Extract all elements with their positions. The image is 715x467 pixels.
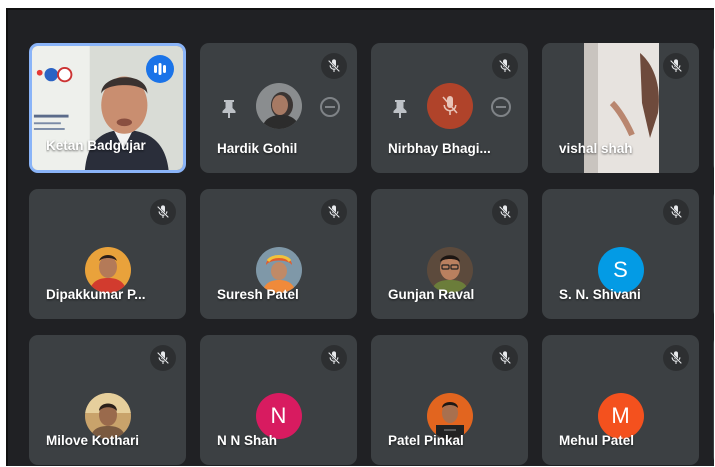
participant-name: Patel Pinkal [388, 433, 464, 448]
mic-off-icon [150, 199, 176, 225]
mic-off-icon [150, 345, 176, 371]
participant-tile-dipakkumar[interactable]: Dipakkumar P... [29, 189, 186, 319]
participant-tile-patel-pinkal[interactable]: Patel Pinkal [371, 335, 528, 465]
participant-tile-hardik-gohil[interactable]: Hardik Gohil [200, 43, 357, 173]
participant-avatar [255, 83, 302, 129]
participant-name: Ketan Badgujar [46, 138, 146, 153]
pin-icon[interactable] [220, 98, 238, 120]
participant-tile-vishal-shah[interactable]: vishal shah [542, 43, 699, 173]
participant-tile-suresh-patel[interactable]: Suresh Patel [200, 189, 357, 319]
participant-name: Nirbhay Bhagi... [388, 141, 491, 156]
participant-tile-ketan-badgujar[interactable]: Ketan Badgujar [29, 43, 186, 173]
meeting-grid-frame: Ketan Badgujar Hardik Gohil Nirbhay Bhag… [6, 8, 714, 466]
mic-off-icon [492, 199, 518, 225]
participant-name: vishal shah [559, 141, 633, 156]
participant-tile-n-n-shah[interactable]: N N N Shah [200, 335, 357, 465]
mic-off-icon [492, 345, 518, 371]
mic-off-icon [663, 345, 689, 371]
mic-off-icon [321, 199, 347, 225]
participant-name: N N Shah [217, 433, 278, 448]
pin-icon[interactable] [391, 98, 409, 120]
participant-name: Gunjan Raval [388, 287, 475, 302]
mic-off-icon [492, 53, 518, 79]
participant-tile-gunjan-raval[interactable]: Gunjan Raval [371, 189, 528, 319]
participant-name: Mehul Patel [559, 433, 635, 448]
participant-name: Dipakkumar P... [46, 287, 146, 302]
speaking-indicator-icon [146, 55, 174, 83]
mic-off-icon [663, 199, 689, 225]
participant-tile-s-n-shivani[interactable]: S S. N. Shivani [542, 189, 699, 319]
participant-name: Milove Kothari [46, 433, 140, 448]
remove-circle-icon[interactable] [490, 96, 512, 118]
participant-avatar [426, 83, 473, 129]
remove-circle-icon[interactable] [319, 96, 341, 118]
partial-tile-offscreen [713, 335, 714, 465]
participant-name: Hardik Gohil [217, 141, 298, 156]
partial-tile-offscreen [713, 189, 714, 319]
participant-tile-mehul-patel[interactable]: M Mehul Patel [542, 335, 699, 465]
participant-grid: Ketan Badgujar Hardik Gohil Nirbhay Bhag… [8, 10, 714, 466]
mic-off-icon [663, 53, 689, 79]
participant-name: S. N. Shivani [559, 287, 641, 302]
participant-name: Suresh Patel [217, 287, 299, 302]
mic-off-icon [321, 53, 347, 79]
partial-tile-offscreen [713, 43, 714, 173]
participant-tile-milove-kothari[interactable]: Milove Kothari [29, 335, 186, 465]
mic-off-icon [321, 345, 347, 371]
participant-tile-nirbhay-bhagi[interactable]: Nirbhay Bhagi... [371, 43, 528, 173]
